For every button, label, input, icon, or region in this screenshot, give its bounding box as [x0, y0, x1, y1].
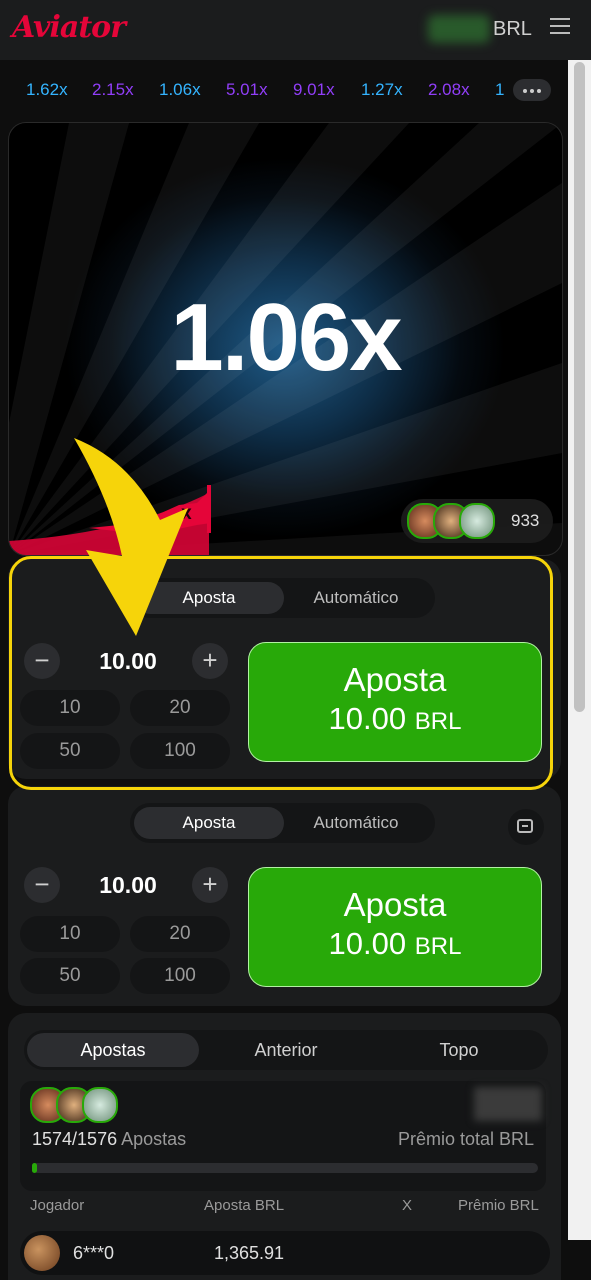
history-item[interactable]: 1.62x — [26, 80, 68, 100]
bets-summary: 1574/1576 Apostas Prêmio total BRL — [20, 1081, 546, 1191]
history-item[interactable]: 9.01x — [293, 80, 335, 100]
yellow-arrow-icon — [74, 438, 188, 636]
multiplier-history: 1.62x 2.15x 1.06x 5.01x 9.01x 1.27x 2.08… — [0, 62, 565, 117]
bets-count-value: 1574/1576 — [32, 1129, 118, 1149]
column-header-aposta: Aposta BRL — [204, 1197, 285, 1214]
quick-amount-button[interactable]: 20 — [130, 916, 230, 952]
remove-panel-button[interactable] — [508, 809, 544, 845]
history-item[interactable]: 2.08x — [428, 80, 470, 100]
history-item[interactable]: 1.06x — [159, 80, 201, 100]
tab-automatico[interactable]: Automático — [281, 807, 431, 839]
bet-button-amount: 10.00 — [328, 926, 407, 961]
quick-amount-button[interactable]: 100 — [130, 958, 230, 994]
history-item[interactable]: 1 — [495, 80, 504, 100]
bets-progress-fill — [32, 1163, 38, 1173]
tab-topo[interactable]: Topo — [373, 1033, 545, 1067]
tab-anterior[interactable]: Anterior — [200, 1033, 372, 1067]
column-header-x: X — [402, 1197, 413, 1214]
history-item[interactable]: 5.01x — [226, 80, 268, 100]
player-name: 6***0 — [73, 1243, 115, 1263]
minus-box-icon — [517, 819, 533, 833]
bet-button-title: Aposta — [343, 886, 447, 923]
tab-apostas[interactable]: Apostas — [27, 1033, 199, 1067]
history-item[interactable]: 2.15x — [92, 80, 134, 100]
bets-count: 1574/1576 Apostas — [32, 1129, 186, 1150]
bet-amount-stepper: − 10.00 + — [22, 864, 234, 906]
bet-amount: 1,365.91 — [214, 1243, 285, 1263]
bet-button-amount-line: 10.00 BRL — [249, 926, 541, 962]
increase-button[interactable]: + — [192, 867, 228, 903]
bet-row: 6***0 1,365.91 — [20, 1231, 550, 1275]
total-prize-label: Prêmio total BRL — [397, 1129, 534, 1149]
total-prize-blurred — [474, 1087, 542, 1121]
bet-button-currency: BRL — [414, 933, 462, 960]
quick-amount-button[interactable]: 10 — [20, 916, 120, 952]
bets-tabs: Apostas Anterior Topo — [24, 1030, 548, 1070]
place-bet-button[interactable]: Aposta 10.00 BRL — [248, 867, 542, 987]
bet-mode-tabs: Aposta Automático — [130, 803, 435, 843]
bet-panel-2: Aposta Automático − 10.00 + 10 20 50 100… — [8, 786, 561, 1006]
tab-aposta[interactable]: Aposta — [134, 807, 284, 839]
online-players-pill: 933 — [401, 499, 553, 543]
currency-label: BRL — [493, 18, 532, 40]
column-header-premio: Prêmio BRL — [458, 1197, 539, 1214]
bets-section: Apostas Anterior Topo 1574/1576 Apostas … — [8, 1013, 561, 1280]
players-count: 933 — [511, 511, 540, 530]
decrease-button[interactable]: − — [24, 867, 60, 903]
column-header-jogador: Jogador — [30, 1197, 85, 1214]
bets-progress-bar — [32, 1163, 538, 1173]
quick-amount-button[interactable]: 50 — [20, 958, 120, 994]
hamburger-menu-icon[interactable] — [550, 18, 570, 38]
history-more-button[interactable] — [513, 79, 551, 101]
player-avatar — [459, 503, 495, 539]
bet-amount-value[interactable]: 10.00 — [67, 872, 189, 899]
current-multiplier: 1.06x — [170, 284, 402, 391]
player-avatar — [82, 1087, 118, 1123]
scrollbar-thumb[interactable] — [574, 62, 585, 712]
player-avatar — [24, 1235, 60, 1271]
history-item[interactable]: 1.27x — [361, 80, 403, 100]
bets-count-label: Apostas — [121, 1129, 187, 1149]
balance-blurred — [428, 15, 490, 43]
aviator-logo: Aviator — [12, 10, 126, 45]
